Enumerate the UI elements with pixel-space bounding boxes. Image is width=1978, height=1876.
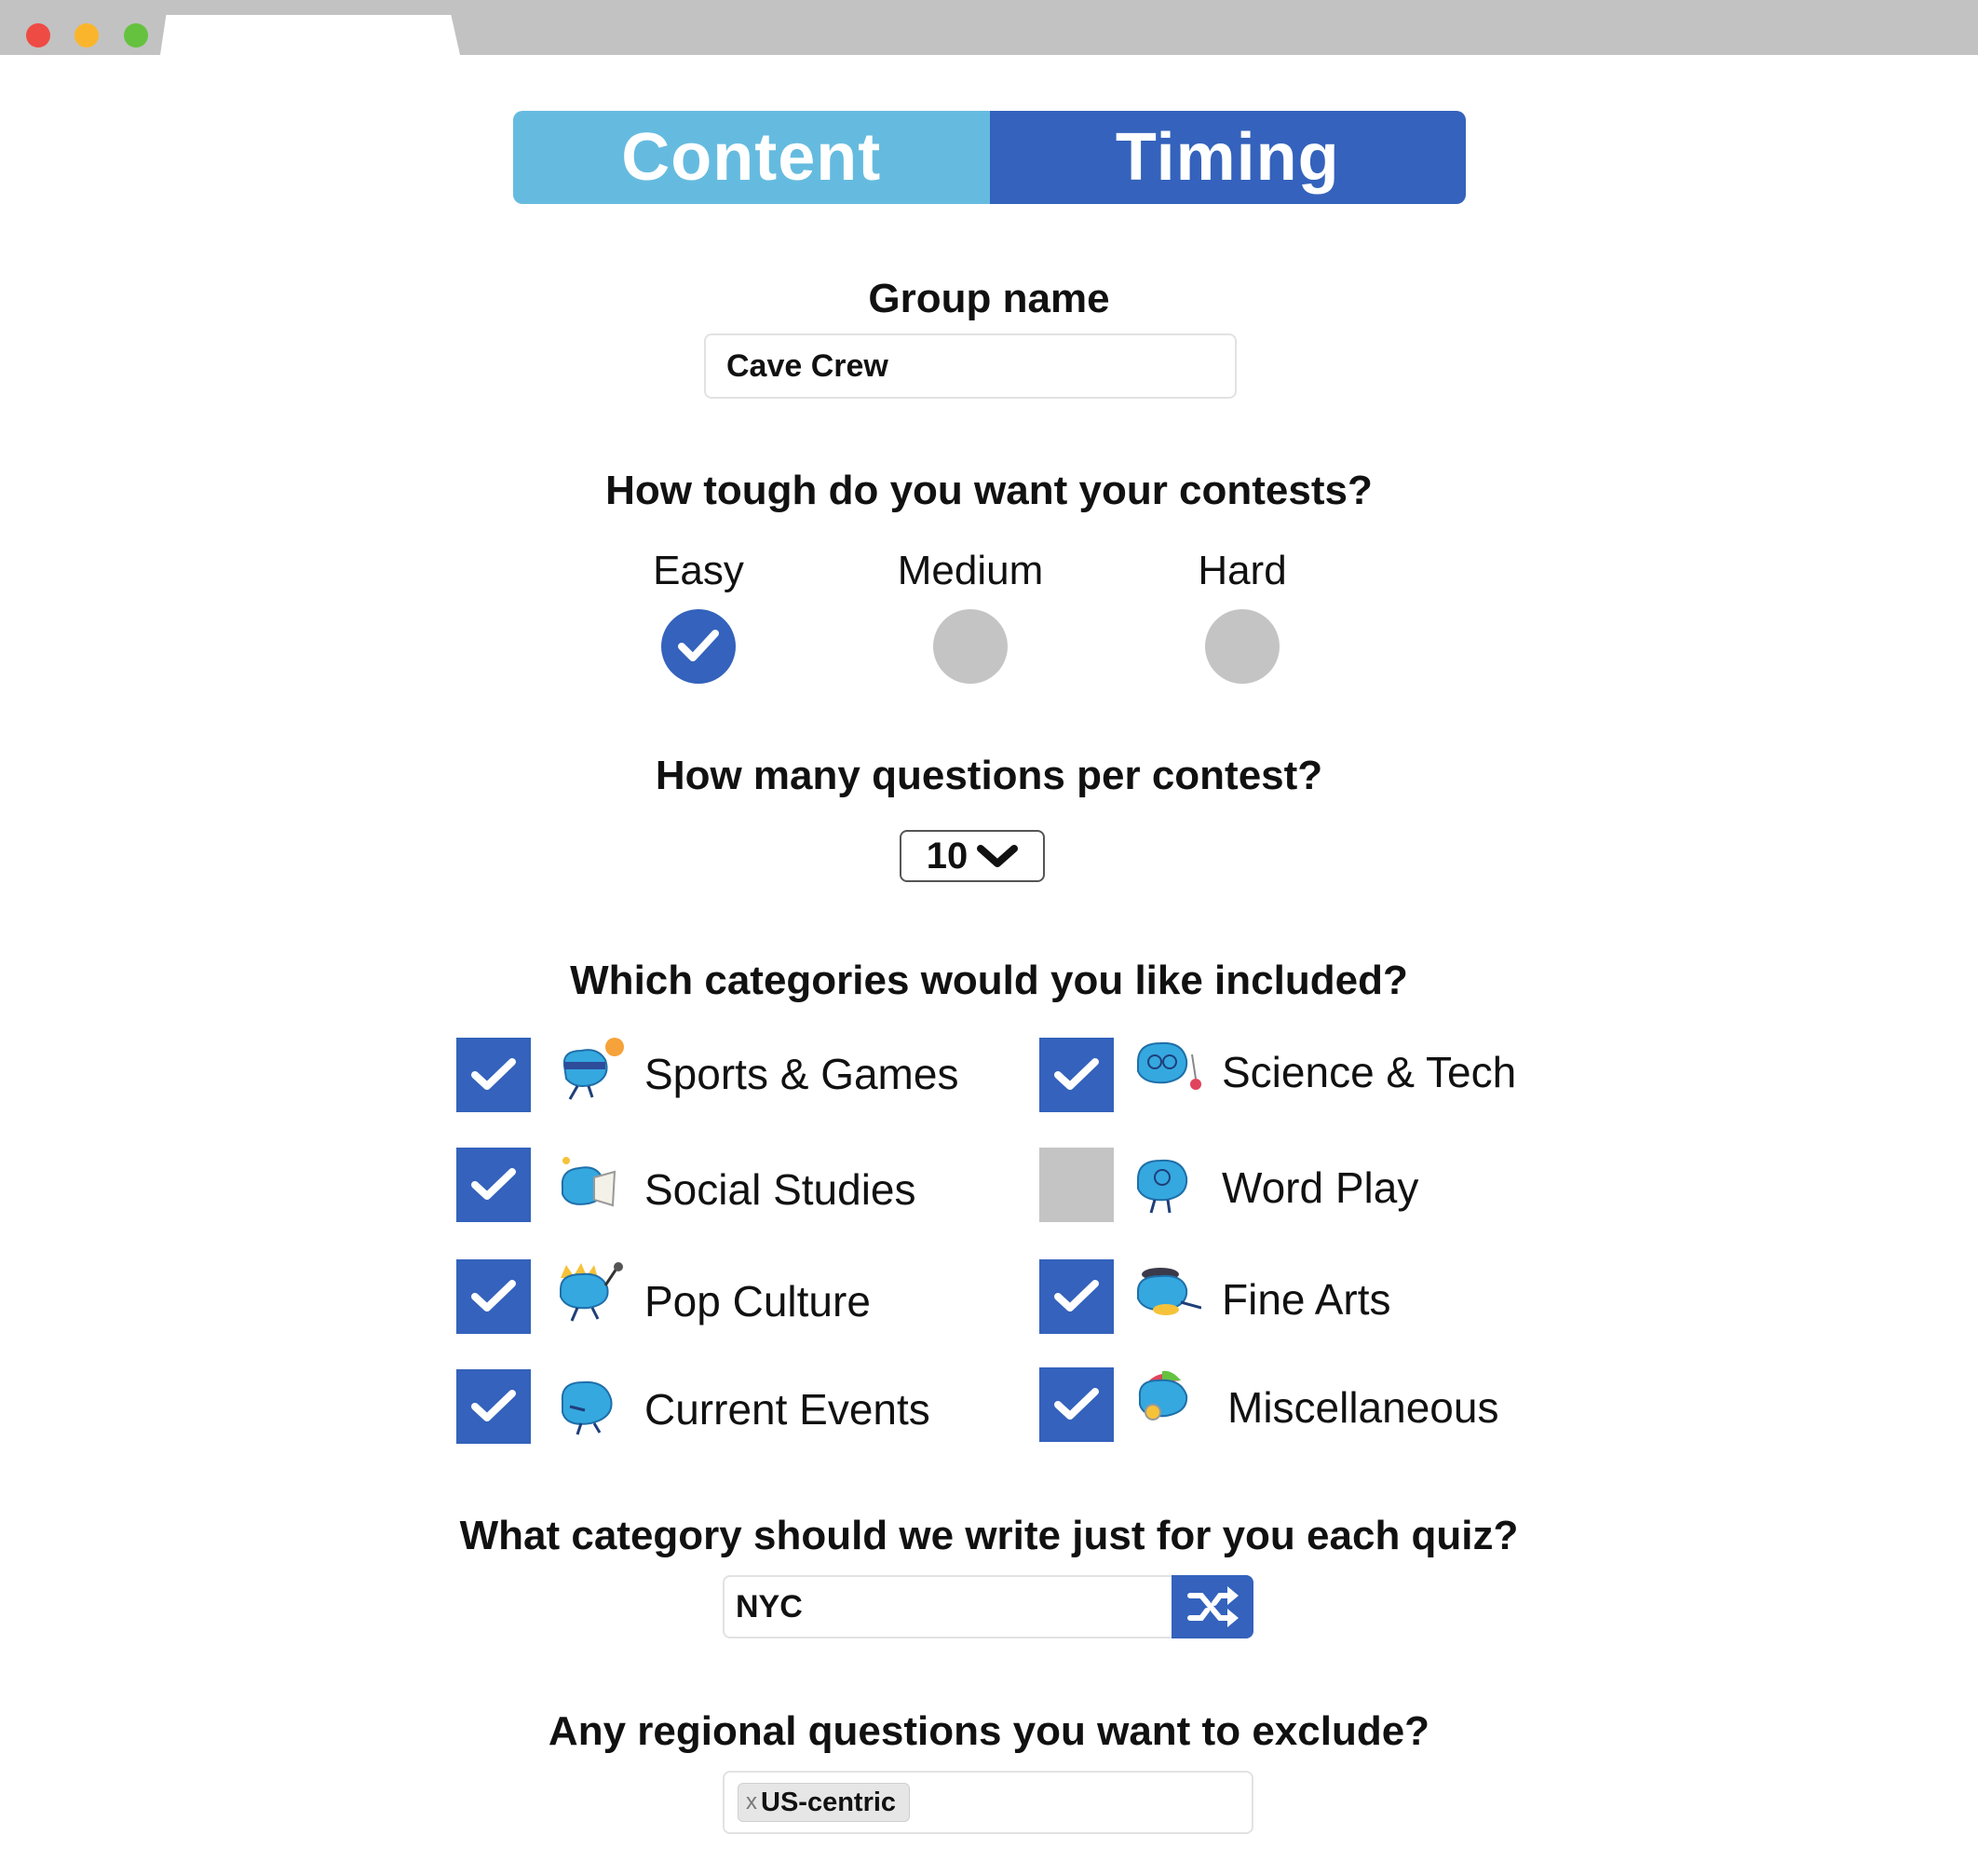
- checkmark-icon: [471, 1280, 516, 1312]
- category-checkbox-sports[interactable]: [456, 1038, 531, 1112]
- questions-question: How many questions per contest?: [655, 753, 1323, 798]
- regional-question: Any regional questions you want to exclu…: [548, 1708, 1430, 1754]
- category-checkbox-current[interactable]: [456, 1369, 531, 1444]
- brain-arts-icon: [1137, 1268, 1201, 1315]
- difficulty-label-easy: Easy: [653, 548, 744, 593]
- checkmark-icon: [471, 1058, 516, 1090]
- maximize-window-icon[interactable]: [124, 23, 148, 48]
- category-label-science: Science & Tech: [1222, 1048, 1517, 1096]
- checkmark-icon: [1054, 1058, 1099, 1090]
- category-checkbox-arts[interactable]: [1039, 1259, 1114, 1334]
- category-checkbox-pop[interactable]: [456, 1259, 531, 1334]
- brain-current-icon: [561, 1380, 613, 1435]
- category-label-wordplay: Word Play: [1222, 1163, 1419, 1212]
- difficulty-option-easy: Easy: [605, 548, 792, 594]
- group-name-input[interactable]: Cave Crew: [704, 333, 1237, 399]
- browser-titlebar: [0, 0, 1978, 55]
- browser-tab[interactable]: [160, 15, 460, 55]
- regional-chip: x US-centric: [738, 1783, 911, 1822]
- chip-remove-icon[interactable]: x: [746, 1789, 757, 1815]
- group-name-label: Group name: [868, 276, 1110, 321]
- checkmark-icon: [1054, 1388, 1099, 1420]
- shuffle-button[interactable]: [1172, 1575, 1253, 1638]
- brain-social-icon: [561, 1157, 616, 1207]
- difficulty-label-medium: Medium: [897, 548, 1044, 593]
- custom-category-question: What category should we write just for y…: [459, 1513, 1519, 1558]
- difficulty-radio-hard[interactable]: [1205, 609, 1280, 684]
- brain-science-icon: [1137, 1041, 1201, 1090]
- questions-count-value: 10: [926, 835, 969, 877]
- checkmark-icon: [678, 630, 719, 661]
- category-checkbox-wordplay[interactable]: [1039, 1148, 1114, 1222]
- brain-pop-icon: [560, 1262, 623, 1322]
- checkmark-icon: [471, 1168, 516, 1200]
- tab-timing[interactable]: Timing: [989, 111, 1466, 204]
- chevron-down-icon: [977, 845, 1019, 867]
- chip-label: US-centric: [761, 1787, 897, 1817]
- difficulty-question: How tough do you want your contests?: [605, 468, 1373, 513]
- checkmark-icon: [1054, 1280, 1099, 1312]
- questions-count-select[interactable]: 10: [900, 830, 1045, 882]
- brain-word-icon: [1137, 1159, 1188, 1214]
- category-label-pop: Pop Culture: [644, 1277, 871, 1325]
- brain-misc-icon: [1138, 1370, 1188, 1421]
- difficulty-label-hard: Hard: [1198, 548, 1287, 593]
- category-checkbox-social[interactable]: [456, 1148, 531, 1222]
- custom-category-value: NYC: [736, 1588, 803, 1625]
- category-checkbox-science[interactable]: [1039, 1038, 1114, 1112]
- tab-content[interactable]: Content: [513, 111, 990, 204]
- category-label-social: Social Studies: [644, 1165, 916, 1214]
- brain-sports-icon: [562, 1038, 624, 1100]
- difficulty-option-medium: Medium: [877, 548, 1064, 594]
- category-checkbox-misc[interactable]: [1039, 1367, 1114, 1442]
- minimize-window-icon[interactable]: [75, 23, 99, 48]
- group-name-value: Cave Crew: [726, 347, 888, 384]
- close-window-icon[interactable]: [26, 23, 50, 48]
- category-label-current: Current Events: [644, 1385, 930, 1434]
- difficulty-radio-easy[interactable]: [661, 609, 736, 684]
- difficulty-option-hard: Hard: [1149, 548, 1335, 594]
- categories-question: Which categories would you like included…: [570, 958, 1408, 1003]
- difficulty-radio-medium[interactable]: [933, 609, 1008, 684]
- shuffle-icon: [1187, 1586, 1239, 1627]
- category-label-arts: Fine Arts: [1222, 1275, 1391, 1324]
- category-label-sports: Sports & Games: [644, 1050, 959, 1098]
- category-label-misc: Miscellaneous: [1227, 1383, 1499, 1432]
- settings-tabs: Content Timing: [513, 111, 1466, 204]
- checkmark-icon: [471, 1390, 516, 1421]
